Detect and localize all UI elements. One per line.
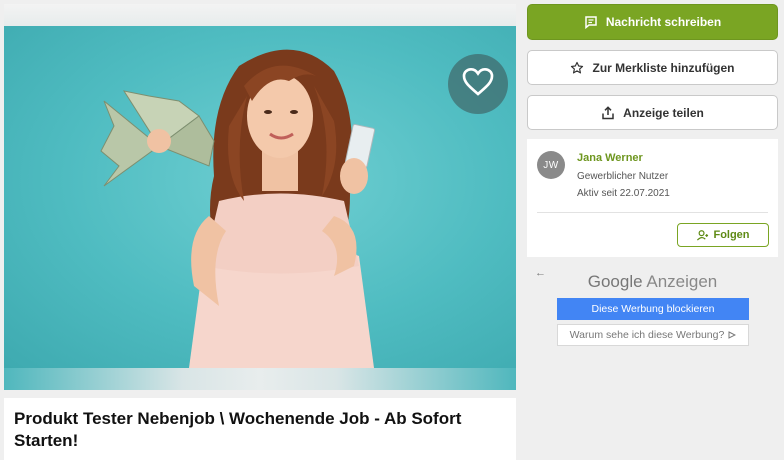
send-message-label: Nachricht schreiben xyxy=(605,15,722,29)
share-listing-button[interactable]: Anzeige teilen xyxy=(527,95,778,130)
why-this-ad-label: Warum sehe ich diese Werbung? xyxy=(569,329,725,341)
listing-title: Produkt Tester Nebenjob \ Wochenende Job… xyxy=(14,409,462,450)
gallery-top-edge xyxy=(4,4,516,26)
block-ad-label: Diese Werbung blockieren xyxy=(591,303,715,315)
heart-outline-icon xyxy=(462,67,494,102)
google-logo-text: Google xyxy=(587,272,643,291)
listing-title-card: Produkt Tester Nebenjob \ Wochenende Job… xyxy=(4,398,516,460)
add-to-watchlist-button[interactable]: Zur Merkliste hinzufügen xyxy=(527,50,778,85)
follow-user-icon xyxy=(696,229,709,242)
chat-icon xyxy=(584,15,598,29)
follow-button[interactable]: Folgen xyxy=(677,223,769,247)
block-ad-button[interactable]: Diese Werbung blockieren xyxy=(557,298,749,320)
gallery-thumbnail-strip[interactable] xyxy=(4,368,516,390)
ads-label: Anzeigen xyxy=(646,272,718,291)
divider xyxy=(537,212,768,213)
google-ads-brand: Google Anzeigen xyxy=(527,272,778,292)
seller-type: Gewerblicher Nutzer xyxy=(577,171,669,182)
image-gallery[interactable] xyxy=(4,4,516,390)
avatar[interactable]: JW xyxy=(537,151,565,179)
follow-label: Folgen xyxy=(713,229,750,241)
seller-active-since: Aktiv seit 22.07.2021 xyxy=(577,188,670,199)
star-icon xyxy=(570,61,584,75)
share-icon xyxy=(601,105,615,120)
favorite-button[interactable] xyxy=(448,54,508,114)
listing-photo[interactable] xyxy=(4,26,516,368)
woman-holding-money-photo xyxy=(100,49,376,368)
play-triangle-icon xyxy=(728,331,737,339)
why-this-ad-button[interactable]: Warum sehe ich diese Werbung? xyxy=(557,324,749,346)
seller-card: JW Jana Werner Gewerblicher Nutzer Aktiv… xyxy=(527,139,778,257)
seller-name-link[interactable]: Jana Werner xyxy=(577,152,643,164)
add-to-watchlist-label: Zur Merkliste hinzufügen xyxy=(592,60,735,75)
share-listing-label: Anzeige teilen xyxy=(623,105,704,120)
google-ad-panel: ← Google Anzeigen Diese Werbung blockier… xyxy=(527,263,778,353)
send-message-button[interactable]: Nachricht schreiben xyxy=(527,4,778,40)
